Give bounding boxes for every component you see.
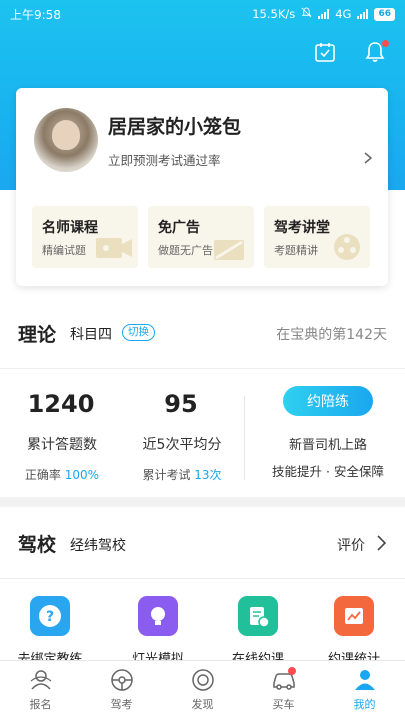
rate-school-link[interactable]: 评价 xyxy=(337,535,365,555)
theory-title: 理论 xyxy=(18,324,57,346)
exam-prefix: 累计考试 xyxy=(142,468,191,482)
accuracy-prefix: 正确率 xyxy=(24,468,61,482)
school-header[interactable]: 驾校 经纬驾校 评价 xyxy=(0,530,405,560)
theory-subject: 科目四 xyxy=(70,327,112,343)
divider xyxy=(0,578,405,579)
tab-mine[interactable]: 我的 xyxy=(324,661,405,720)
question-icon: ? xyxy=(30,596,70,636)
tab-label: 买车 xyxy=(272,698,295,711)
divider xyxy=(0,368,405,369)
feature-subtitle: 做题无广告 xyxy=(158,244,213,257)
practice-subtagline: 技能提升 · 安全保障 xyxy=(272,464,384,479)
feature-subtitle: 精编试题 xyxy=(42,244,86,257)
school-name: 经纬驾校 xyxy=(70,538,126,554)
service-online-booking[interactable]: 在线约课 xyxy=(218,596,298,660)
network-speed: 15.5K/s xyxy=(252,7,296,21)
tab-label: 报名 xyxy=(29,698,52,711)
tab-exam[interactable]: 驾考 xyxy=(81,661,162,720)
chevron-right-icon[interactable] xyxy=(362,150,374,164)
feature-no-ads[interactable]: 免广告 做题无广告 xyxy=(148,206,254,268)
service-label: 约课统计 xyxy=(327,652,380,660)
avg-score: 95 xyxy=(164,390,198,418)
tab-enroll[interactable]: 报名 xyxy=(0,661,81,720)
profile-card: 居居家的小笼包 立即预测考试通过率 名师课程 精编试题 免广告 做题无广告 驾考… xyxy=(16,88,388,286)
tab-label: 发现 xyxy=(191,698,214,711)
avg-score-label: 近5次平均分 xyxy=(142,437,222,453)
chevron-right-icon[interactable] xyxy=(375,534,387,552)
accuracy-value: 100% xyxy=(64,468,100,482)
service-label: 在线约课 xyxy=(231,652,284,660)
accuracy-text: 正确率 100% xyxy=(12,466,112,483)
ad-block-icon xyxy=(212,234,248,264)
enroll-icon xyxy=(30,670,51,690)
service-light-sim[interactable]: 灯光模拟 xyxy=(118,596,198,660)
feature-title: 名师课程 xyxy=(42,220,98,236)
status-bar: 上午9:58 15.5K/s 4G 66 xyxy=(0,0,405,28)
feature-master-course[interactable]: 名师课程 精编试题 xyxy=(32,206,138,268)
school-services: ? 去绑定教练 灯光模拟 在线约课 约课统计 xyxy=(0,596,405,660)
theory-header: 理论 科目四 切换 在宝典的第142天 xyxy=(0,320,405,350)
signal-icon-2 xyxy=(357,9,369,19)
section-gap xyxy=(0,497,405,507)
feature-lecture-hall[interactable]: 驾考讲堂 考题精讲 xyxy=(264,206,370,268)
notification-dot xyxy=(382,40,389,47)
school-title: 驾校 xyxy=(18,534,57,556)
practice-tagline: 新晋司机上路 xyxy=(288,438,367,453)
avatar[interactable] xyxy=(34,108,98,172)
feature-title: 免广告 xyxy=(158,220,200,236)
status-indicators: 15.5K/s 4G 66 xyxy=(252,7,395,21)
tab-discover[interactable]: 发现 xyxy=(162,661,243,720)
service-label: 去绑定教练 xyxy=(17,652,83,660)
user-name[interactable]: 居居家的小笼包 xyxy=(108,112,241,139)
clipboard-clock-icon xyxy=(238,596,278,636)
profile-icon xyxy=(354,670,375,690)
mute-icon xyxy=(301,7,312,21)
switch-subject-button[interactable]: 切换 xyxy=(122,324,155,341)
feature-title: 驾考讲堂 xyxy=(274,220,330,236)
stats-separator xyxy=(244,396,245,480)
calendar-check-icon[interactable] xyxy=(313,40,337,64)
notification-dot xyxy=(288,667,296,675)
feature-row: 名师课程 精编试题 免广告 做题无广告 驾考讲堂 考题精讲 xyxy=(32,206,370,268)
tab-label: 驾考 xyxy=(110,698,133,711)
predict-pass-rate-link[interactable]: 立即预测考试通过率 xyxy=(108,150,221,169)
bottom-tab-bar: 报名 驾考 发现 买车 我的 xyxy=(0,660,405,720)
answered-count: 1240 xyxy=(27,390,95,418)
day-counter: 在宝典的第142天 xyxy=(276,327,387,343)
svg-text:?: ? xyxy=(46,609,54,625)
trend-chart-icon xyxy=(334,596,374,636)
bell-icon[interactable] xyxy=(363,40,389,64)
film-reel-icon xyxy=(330,230,364,264)
tab-label: 我的 xyxy=(353,698,376,711)
tab-buy-car[interactable]: 买车 xyxy=(243,661,324,720)
battery-icon: 66 xyxy=(374,7,395,21)
discover-icon xyxy=(191,669,214,691)
steering-wheel-icon xyxy=(110,669,133,691)
service-bind-coach[interactable]: ? 去绑定教练 xyxy=(10,596,90,660)
service-booking-stats[interactable]: 约课统计 xyxy=(314,596,394,660)
book-practice-button[interactable]: 约陪练 xyxy=(283,386,373,416)
feature-subtitle: 考题精讲 xyxy=(274,244,318,257)
video-icon xyxy=(96,234,132,264)
answered-label: 累计答题数 xyxy=(27,437,97,453)
theory-stats: 1240 累计答题数 正确率 100% 95 近5次平均分 累计考试 13次 约… xyxy=(0,372,405,497)
service-label: 灯光模拟 xyxy=(131,652,184,660)
network-type: 4G xyxy=(335,7,352,21)
exam-count-text: 累计考试 13次 xyxy=(130,466,234,483)
signal-icon xyxy=(318,9,330,19)
lightbulb-icon xyxy=(138,596,178,636)
status-time: 上午9:58 xyxy=(10,7,61,22)
exam-count: 13次 xyxy=(194,468,222,482)
header-actions xyxy=(313,40,389,64)
